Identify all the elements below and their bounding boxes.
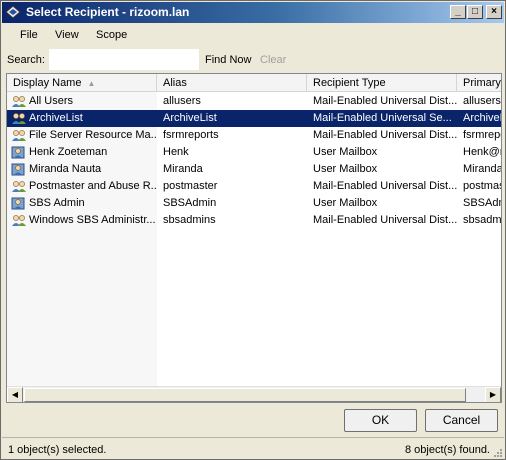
user-icon: [11, 162, 27, 177]
cell-recipient-type: Mail-Enabled Universal Dist...: [313, 129, 458, 141]
cell-recipient-type: User Mailbox: [313, 197, 378, 209]
list-header: Display Name ▲ Alias Recipient Type Prima…: [7, 74, 501, 92]
cell-primary: ArchiveLi: [463, 112, 501, 124]
cell-alias: SBSAdmin: [163, 197, 217, 209]
cell-alias: fsrmreports: [163, 129, 219, 141]
menu-file[interactable]: File: [20, 29, 38, 41]
cell-display-name: Henk Zoeteman: [29, 146, 108, 158]
status-bar: 1 object(s) selected. 8 object(s) found.: [2, 437, 504, 459]
select-recipient-dialog: Select Recipient - rizoom.lan _ □ × File…: [0, 0, 506, 460]
cell-display-name: Windows SBS Administr...: [29, 214, 156, 226]
title-bar: Select Recipient - rizoom.lan _ □ ×: [2, 2, 504, 23]
cell-primary: sbsadmi: [463, 214, 502, 226]
resize-grip-icon[interactable]: [492, 447, 503, 458]
table-row[interactable]: All Users allusers Mail-Enabled Universal …: [7, 93, 501, 110]
selection-status: 1 object(s) selected.: [8, 444, 107, 456]
column-header-display-name[interactable]: Display Name ▲: [7, 74, 157, 92]
cell-primary: postmas: [463, 180, 502, 192]
ok-button[interactable]: OK: [344, 409, 417, 432]
cell-primary: Henk@r: [463, 146, 502, 158]
scroll-left-icon[interactable]: ◀: [7, 387, 23, 402]
found-count-status: 8 object(s) found.: [405, 444, 490, 456]
group-icon: [11, 111, 27, 126]
cell-alias: Henk: [163, 146, 189, 158]
table-row[interactable]: ArchiveList ArchiveList Mail-Enabled Unive…: [7, 110, 501, 127]
column-header-primary[interactable]: Primary: [457, 74, 501, 92]
menu-bar: File View Scope: [2, 25, 504, 45]
cell-recipient-type: Mail-Enabled Universal Dist...: [313, 95, 458, 107]
search-input[interactable]: [49, 49, 199, 70]
user-icon: [11, 196, 27, 211]
cell-recipient-type: User Mailbox: [313, 163, 378, 175]
minimize-button[interactable]: _: [450, 5, 466, 19]
maximize-button[interactable]: □: [467, 5, 483, 19]
cell-primary: Miranda: [463, 163, 502, 175]
table-row[interactable]: SBS Admin SBSAdmin User Mailbox SBSAdm: [7, 195, 501, 212]
cell-recipient-type: Mail-Enabled Universal Dist...: [313, 214, 458, 226]
column-header-recipient-type[interactable]: Recipient Type: [307, 74, 457, 92]
close-button[interactable]: ×: [486, 5, 502, 19]
scroll-right-icon[interactable]: ▶: [485, 387, 501, 402]
group-icon: [11, 128, 27, 143]
table-row[interactable]: Henk Zoeteman Henk User Mailbox Henk@r: [7, 144, 501, 161]
user-icon: [11, 145, 27, 160]
table-row[interactable]: Windows SBS Administr... sbsadmins Mail-En…: [7, 212, 501, 229]
menu-scope[interactable]: Scope: [96, 29, 127, 41]
recipient-list[interactable]: Display Name ▲ Alias Recipient Type Prima…: [6, 73, 502, 403]
sort-ascending-icon: ▲: [87, 79, 96, 88]
cell-recipient-type: Mail-Enabled Universal Dist...: [313, 180, 458, 192]
cell-display-name: All Users: [29, 95, 74, 107]
group-icon: [11, 94, 27, 109]
table-row[interactable]: Postmaster and Abuse R... postmaster Mail-…: [7, 178, 501, 195]
table-row[interactable]: File Server Resource Ma... fsrmreports Mai…: [7, 127, 501, 144]
cell-alias: ArchiveList: [163, 112, 217, 124]
cell-display-name: SBS Admin: [29, 197, 85, 209]
horizontal-scrollbar[interactable]: ◀ ▶: [7, 386, 501, 402]
cell-primary: fsrmrepo: [463, 129, 501, 141]
cell-display-name: Postmaster and Abuse R...: [29, 180, 157, 192]
cell-primary: SBSAdm: [463, 197, 501, 209]
scroll-thumb[interactable]: [24, 388, 466, 402]
cell-recipient-type: Mail-Enabled Universal Se...: [313, 112, 452, 124]
group-icon: [11, 179, 27, 194]
find-now-button[interactable]: Find Now: [205, 54, 251, 66]
cell-display-name: File Server Resource Ma...: [29, 129, 157, 141]
cell-alias: postmaster: [163, 180, 218, 192]
cell-alias: Miranda: [163, 163, 203, 175]
clear-button: Clear: [260, 54, 287, 66]
menu-view[interactable]: View: [55, 29, 79, 41]
app-icon: [5, 5, 21, 19]
window-title: Select Recipient - rizoom.lan: [26, 5, 190, 19]
column-header-label: Display Name: [13, 77, 82, 89]
cell-display-name: Miranda Nauta: [29, 163, 102, 175]
group-icon: [11, 213, 27, 228]
cell-primary: allusers@: [463, 95, 501, 107]
table-row[interactable]: Miranda Nauta Miranda User Mailbox Miranda: [7, 161, 501, 178]
search-label: Search:: [7, 54, 45, 66]
cancel-button[interactable]: Cancel: [425, 409, 498, 432]
cell-alias: sbsadmins: [163, 214, 216, 226]
column-header-alias[interactable]: Alias: [157, 74, 307, 92]
cell-recipient-type: User Mailbox: [313, 146, 378, 158]
cell-alias: allusers: [163, 95, 201, 107]
cell-display-name: ArchiveList: [29, 112, 83, 124]
